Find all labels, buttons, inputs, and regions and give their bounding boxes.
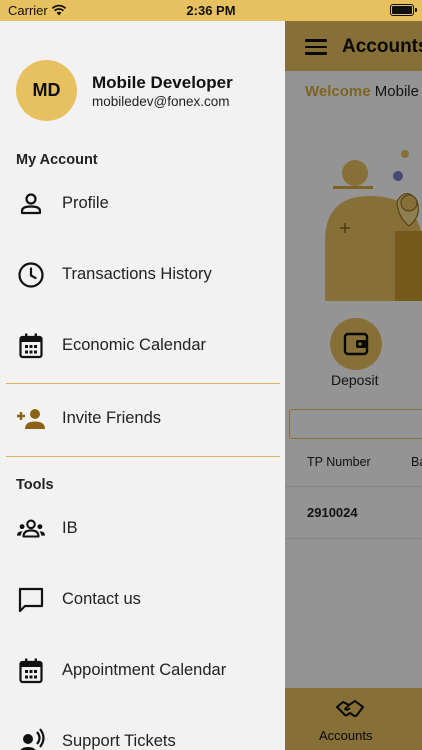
section-title-my-account: My Account: [16, 152, 98, 168]
chat-icon: [16, 586, 46, 614]
side-drawer: MD Mobile Developer mobiledev@fonex.com …: [0, 21, 285, 750]
menu-item-economic-calendar[interactable]: Economic Calendar: [0, 318, 285, 374]
status-bar: Carrier 2:36 PM: [0, 0, 422, 21]
person-icon: [16, 190, 46, 218]
menu-item-profile[interactable]: Profile: [0, 176, 285, 232]
menu-label-ib: IB: [62, 519, 78, 537]
menu-item-appointment-calendar[interactable]: Appointment Calendar: [0, 643, 285, 699]
group-icon: [16, 515, 46, 543]
divider: [6, 383, 280, 384]
clock-time: 2:36 PM: [186, 3, 236, 18]
divider: [6, 456, 280, 457]
user-name: Mobile Developer: [92, 73, 233, 92]
menu-item-ib[interactable]: IB: [0, 501, 285, 557]
avatar[interactable]: MD: [16, 60, 77, 121]
menu-item-invite-friends[interactable]: Invite Friends: [0, 391, 285, 447]
add-person-icon: [16, 405, 46, 433]
menu-label-economic-calendar: Economic Calendar: [62, 336, 206, 354]
menu-label-invite-friends: Invite Friends: [62, 409, 162, 427]
battery-icon: [390, 4, 417, 16]
menu-label-contact-us: Contact us: [62, 590, 141, 608]
support-icon: [16, 728, 46, 750]
menu-label-transactions-history: Transactions History: [62, 265, 212, 283]
calendar-icon: [16, 332, 46, 360]
calendar-icon: [16, 657, 46, 685]
menu-item-transactions-history[interactable]: Transactions History: [0, 247, 285, 303]
menu-label-support-tickets: Support Tickets: [62, 732, 176, 750]
user-email: mobiledev@fonex.com: [92, 94, 230, 109]
clock-icon: [16, 261, 46, 289]
menu-label-profile: Profile: [62, 194, 109, 212]
menu-label-appointment-calendar: Appointment Calendar: [62, 661, 227, 679]
drawer-overlay[interactable]: [285, 21, 422, 750]
section-title-tools: Tools: [16, 477, 54, 493]
menu-item-support-tickets[interactable]: Support Tickets: [0, 714, 285, 750]
menu-item-contact-us[interactable]: Contact us: [0, 572, 285, 628]
